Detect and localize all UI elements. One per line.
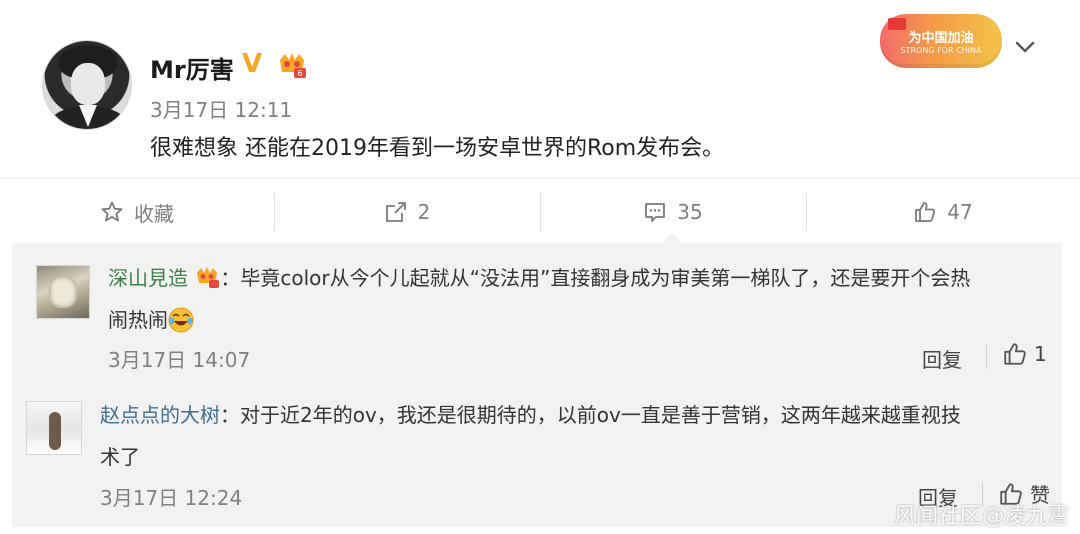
star-icon	[101, 201, 123, 222]
commenter-avatar[interactable]	[36, 265, 90, 319]
comment-icon	[645, 203, 666, 222]
comment-line: 深山見造 ：毕竟color从今个儿起就从“没法用”直接翻身成为审美第一梯队了，还…	[108, 262, 970, 291]
post-time: 3月17日 12:11	[150, 98, 293, 122]
thumbs-up-icon	[915, 202, 936, 222]
like-button[interactable]: 47	[806, 179, 1080, 245]
comment-time: 3月17日 12:24	[100, 486, 243, 510]
comment-line: 闹热闹	[108, 304, 194, 333]
comment-colon: ：	[220, 266, 241, 290]
comment-list: 深山見造 ：毕竟color从今个儿起就从“没法用”直接翻身成为审美第一梯队了，还…	[12, 243, 1062, 527]
event-banner-badge[interactable]: 为中国加油 STRONG FOR CHINA	[880, 14, 1002, 68]
banner-subtitle: STRONG FOR CHINA	[900, 46, 982, 55]
comment-count: 35	[677, 200, 703, 224]
post-text: 很难想象 还能在2019年看到一场安卓世界的Rom发布会。	[150, 136, 725, 161]
svg-text:6: 6	[297, 69, 302, 78]
repost-count: 2	[417, 200, 431, 224]
comment-like-button[interactable]: 1	[1002, 341, 1047, 367]
banner-title: 为中国加油	[908, 31, 974, 46]
comment-line: 赵点点的大树：对于近2年的ov，我还是很期待的，以前ov一直是善于营销，这两年越…	[100, 399, 961, 428]
comment-divider	[986, 345, 987, 369]
comment-time: 3月17日 14:07	[108, 348, 251, 372]
comment-line: 术了	[100, 441, 140, 470]
user-name[interactable]: Mr厉害	[150, 50, 234, 85]
verified-v-icon: V	[242, 49, 263, 79]
commenter-name[interactable]: 深山見造	[108, 266, 188, 290]
thumbs-up-icon	[1004, 343, 1026, 365]
action-bar: 收藏 2 35 47	[0, 178, 1080, 244]
comment-text-line1: 对于近2年的ov，我还是很期待的，以前ov一直是善于营销，这两年越来越重视技	[240, 403, 961, 427]
comment-text-line2: 闹热闹	[108, 308, 168, 332]
comment-pointer	[662, 233, 682, 243]
reply-button[interactable]: 回复	[922, 344, 962, 373]
like-count: 47	[947, 200, 973, 224]
comment-text-line2: 术了	[100, 445, 140, 469]
comment-text-line1: 毕竟color从今个儿起就从“没法用”直接翻身成为审美第一梯队了，还是要开个会热	[240, 266, 971, 290]
favorite-label: 收藏	[134, 201, 174, 226]
flag-icon	[888, 18, 906, 30]
watermark: 风闻社区@凌九霄	[893, 504, 1070, 529]
laugh-cry-emoji-icon	[168, 307, 194, 333]
commenter-avatar[interactable]	[26, 401, 82, 455]
chevron-down-icon[interactable]	[1014, 36, 1036, 58]
repost-button[interactable]: 2	[274, 179, 540, 245]
repost-icon	[385, 202, 406, 222]
commenter-name[interactable]: 赵点点的大树	[100, 403, 220, 427]
comment-like-count: 1	[1034, 342, 1047, 366]
vip-crown-icon: 6	[280, 53, 306, 78]
vip-crown-icon	[197, 267, 220, 288]
favorite-button[interactable]: 收藏	[0, 179, 274, 245]
user-avatar[interactable]	[42, 40, 132, 130]
comment-colon: ：	[220, 403, 240, 427]
